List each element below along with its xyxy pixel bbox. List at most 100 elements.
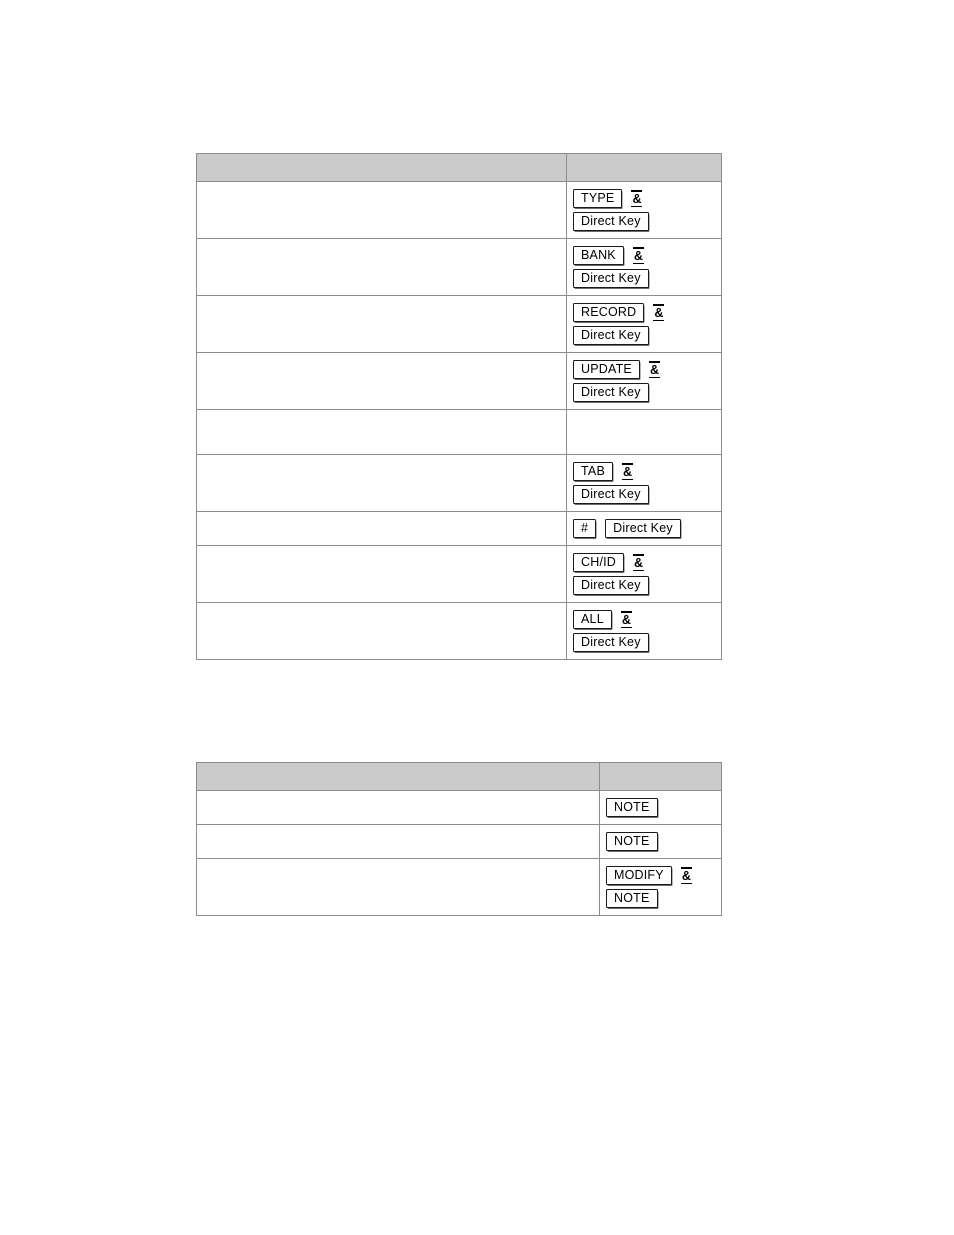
row-description-cell	[196, 824, 600, 859]
row-description-text	[197, 603, 566, 616]
key-sequence-line: NOTE	[606, 832, 721, 851]
key-sequence-line: Direct Key	[573, 633, 721, 652]
row-description-cell	[196, 295, 567, 353]
keycap-ch-id: CH/ID	[573, 553, 625, 572]
row-description-cell	[196, 409, 567, 455]
keycap-direct-key: Direct Key	[573, 269, 649, 288]
table-row: CH/ID & Direct Key	[196, 545, 722, 603]
column-header-description	[196, 153, 567, 182]
row-description-cell	[196, 545, 567, 603]
keycap-note: NOTE	[606, 889, 658, 908]
key-sequence-line: Direct Key	[573, 269, 721, 288]
row-description-text	[197, 546, 566, 559]
key-sequence-line: # Direct Key	[573, 519, 721, 538]
document-page: TYPE & Direct Key BANK & Direct Key RECORD & Dir…	[0, 0, 954, 1235]
table-row	[196, 409, 722, 455]
note-shortcuts-table-head	[196, 762, 722, 791]
row-key-sequence-cell: MODIFY & NOTE	[599, 858, 722, 916]
table-row: RECORD & Direct Key	[196, 295, 722, 353]
key-sequence-line: BANK &	[573, 246, 721, 265]
row-key-sequence-cell: BANK & Direct Key	[566, 238, 722, 296]
row-key-sequence-cell: UPDATE & Direct Key	[566, 352, 722, 410]
keycap-bank: BANK	[573, 246, 624, 265]
keycap-note: NOTE	[606, 832, 658, 851]
key-connector-ampersand: &	[631, 190, 643, 207]
key-sequence-line: Direct Key	[573, 383, 721, 402]
table-header-row	[196, 153, 722, 182]
key-sequence-line: TAB &	[573, 462, 721, 481]
table-row: NOTE	[196, 790, 722, 825]
keycap-direct-key: Direct Key	[573, 326, 649, 345]
row-description-text	[197, 859, 599, 872]
keycap-note: NOTE	[606, 798, 658, 817]
key-sequence-line: Direct Key	[573, 326, 721, 345]
key-sequence-line: NOTE	[606, 889, 721, 908]
key-connector-ampersand: &	[620, 611, 632, 628]
keycap-tab: TAB	[573, 462, 613, 481]
row-description-cell	[196, 858, 600, 916]
table-row: BANK & Direct Key	[196, 238, 722, 296]
row-description-cell	[196, 238, 567, 296]
keycap-record: RECORD	[573, 303, 645, 322]
keycap-direct-key: Direct Key	[573, 485, 649, 504]
key-sequence-line: RECORD &	[573, 303, 721, 322]
key-sequence-line: ALL &	[573, 610, 721, 629]
key-connector-ampersand: &	[653, 304, 665, 321]
row-key-sequence-cell: ALL & Direct Key	[566, 602, 722, 660]
row-description-text	[197, 410, 566, 423]
key-shortcuts-table: TYPE & Direct Key BANK & Direct Key RECORD & Dir…	[196, 153, 722, 660]
table-row: TAB & Direct Key	[196, 454, 722, 512]
key-sequence-line: Direct Key	[573, 576, 721, 595]
row-description-cell	[196, 602, 567, 660]
keycap-type: TYPE	[573, 189, 623, 208]
key-sequence-line: Direct Key	[573, 485, 721, 504]
row-description-text	[197, 455, 566, 468]
key-sequence-line: NOTE	[606, 798, 721, 817]
table-row: # Direct Key	[196, 511, 722, 546]
row-key-sequence-cell: NOTE	[599, 790, 722, 825]
row-description-text	[197, 182, 566, 195]
key-shortcuts-table-body: TYPE & Direct Key BANK & Direct Key RECORD & Dir…	[196, 181, 722, 660]
row-key-sequence-cell: TYPE & Direct Key	[566, 181, 722, 239]
row-key-sequence-cell: RECORD & Direct Key	[566, 295, 722, 353]
keycap-direct-key: Direct Key	[605, 519, 681, 538]
column-header-description	[196, 762, 600, 791]
row-description-cell	[196, 454, 567, 512]
row-description-cell	[196, 352, 567, 410]
row-key-sequence-cell: NOTE	[599, 824, 722, 859]
key-sequence-line: Direct Key	[573, 212, 721, 231]
keycap-all: ALL	[573, 610, 612, 629]
key-sequence-line: MODIFY &	[606, 866, 721, 885]
keycap-update: UPDATE	[573, 360, 640, 379]
table-row: TYPE & Direct Key	[196, 181, 722, 239]
row-description-text	[197, 296, 566, 309]
table-row: MODIFY & NOTE	[196, 858, 722, 916]
key-connector-ampersand: &	[632, 247, 644, 264]
row-key-sequence-cell: # Direct Key	[566, 511, 722, 546]
note-shortcuts-table: NOTE NOTE MODIFY & NOTE	[196, 762, 722, 916]
key-connector-ampersand: &	[680, 867, 692, 884]
table-header-row	[196, 762, 722, 791]
keycap-: #	[573, 519, 597, 538]
row-description-text	[197, 825, 599, 838]
key-connector-ampersand: &	[648, 361, 661, 378]
row-key-sequence-cell	[566, 409, 722, 455]
key-sequence-line: UPDATE &	[573, 360, 721, 379]
row-description-text	[197, 353, 566, 366]
column-header-keys	[599, 762, 722, 791]
key-sequence-line: CH/ID &	[573, 553, 721, 572]
row-description-cell	[196, 181, 567, 239]
key-connector-ampersand: &	[633, 554, 645, 571]
key-sequence-line: TYPE &	[573, 189, 721, 208]
row-description-cell	[196, 511, 567, 546]
column-header-keys	[566, 153, 722, 182]
keycap-direct-key: Direct Key	[573, 633, 649, 652]
key-shortcuts-table-head	[196, 153, 722, 182]
note-shortcuts-table-body: NOTE NOTE MODIFY & NOTE	[196, 790, 722, 916]
table-row: NOTE	[196, 824, 722, 859]
row-description-text	[197, 239, 566, 252]
table-row: ALL & Direct Key	[196, 602, 722, 660]
key-connector-ampersand: &	[621, 463, 634, 480]
row-description-cell	[196, 790, 600, 825]
row-description-text	[197, 512, 566, 525]
